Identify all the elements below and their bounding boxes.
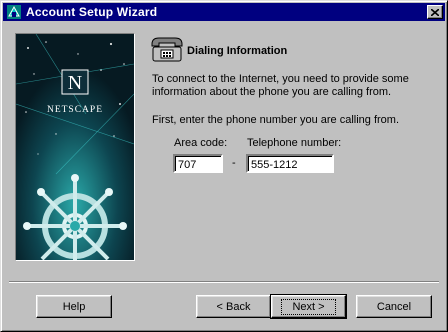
page-heading: Dialing Information	[187, 45, 288, 57]
telephone-number-input[interactable]: 555-1212	[246, 154, 334, 173]
wizard-app-icon	[7, 5, 21, 19]
brand-letter: N	[68, 72, 82, 94]
close-button[interactable]	[427, 5, 443, 19]
next-button[interactable]: Next >	[270, 294, 347, 319]
title-bar[interactable]: Account Setup Wizard	[3, 3, 445, 21]
intro-text: To connect to the Internet, you need to …	[152, 73, 409, 98]
telephone-icon	[151, 37, 183, 62]
window-title: Account Setup Wizard	[26, 5, 158, 19]
brand-name: NETSCAPE	[47, 105, 103, 115]
cancel-button[interactable]: Cancel	[356, 295, 432, 318]
back-button[interactable]: < Back	[196, 295, 271, 318]
number-separator: -	[232, 157, 236, 169]
netscape-ship-wheel-illustration: N NETSCAPE	[16, 34, 134, 260]
back-button-label: < Back	[216, 300, 251, 313]
divider	[9, 281, 439, 283]
help-button[interactable]: Help	[36, 295, 112, 318]
help-button-label: Help	[62, 300, 86, 313]
close-icon	[431, 8, 439, 16]
wizard-window: Account Setup Wizard N NETSCAPE Dialing …	[0, 0, 448, 332]
cancel-button-label: Cancel	[376, 300, 412, 313]
next-button-label: Next >	[281, 298, 336, 315]
instruction-text: First, enter the phone number you are ca…	[152, 114, 400, 126]
netscape-banner-image: N NETSCAPE	[15, 33, 135, 261]
telephone-number-label: Telephone number:	[247, 137, 342, 149]
area-code-input[interactable]: 707	[173, 154, 223, 173]
area-code-label: Area code:	[174, 137, 228, 149]
